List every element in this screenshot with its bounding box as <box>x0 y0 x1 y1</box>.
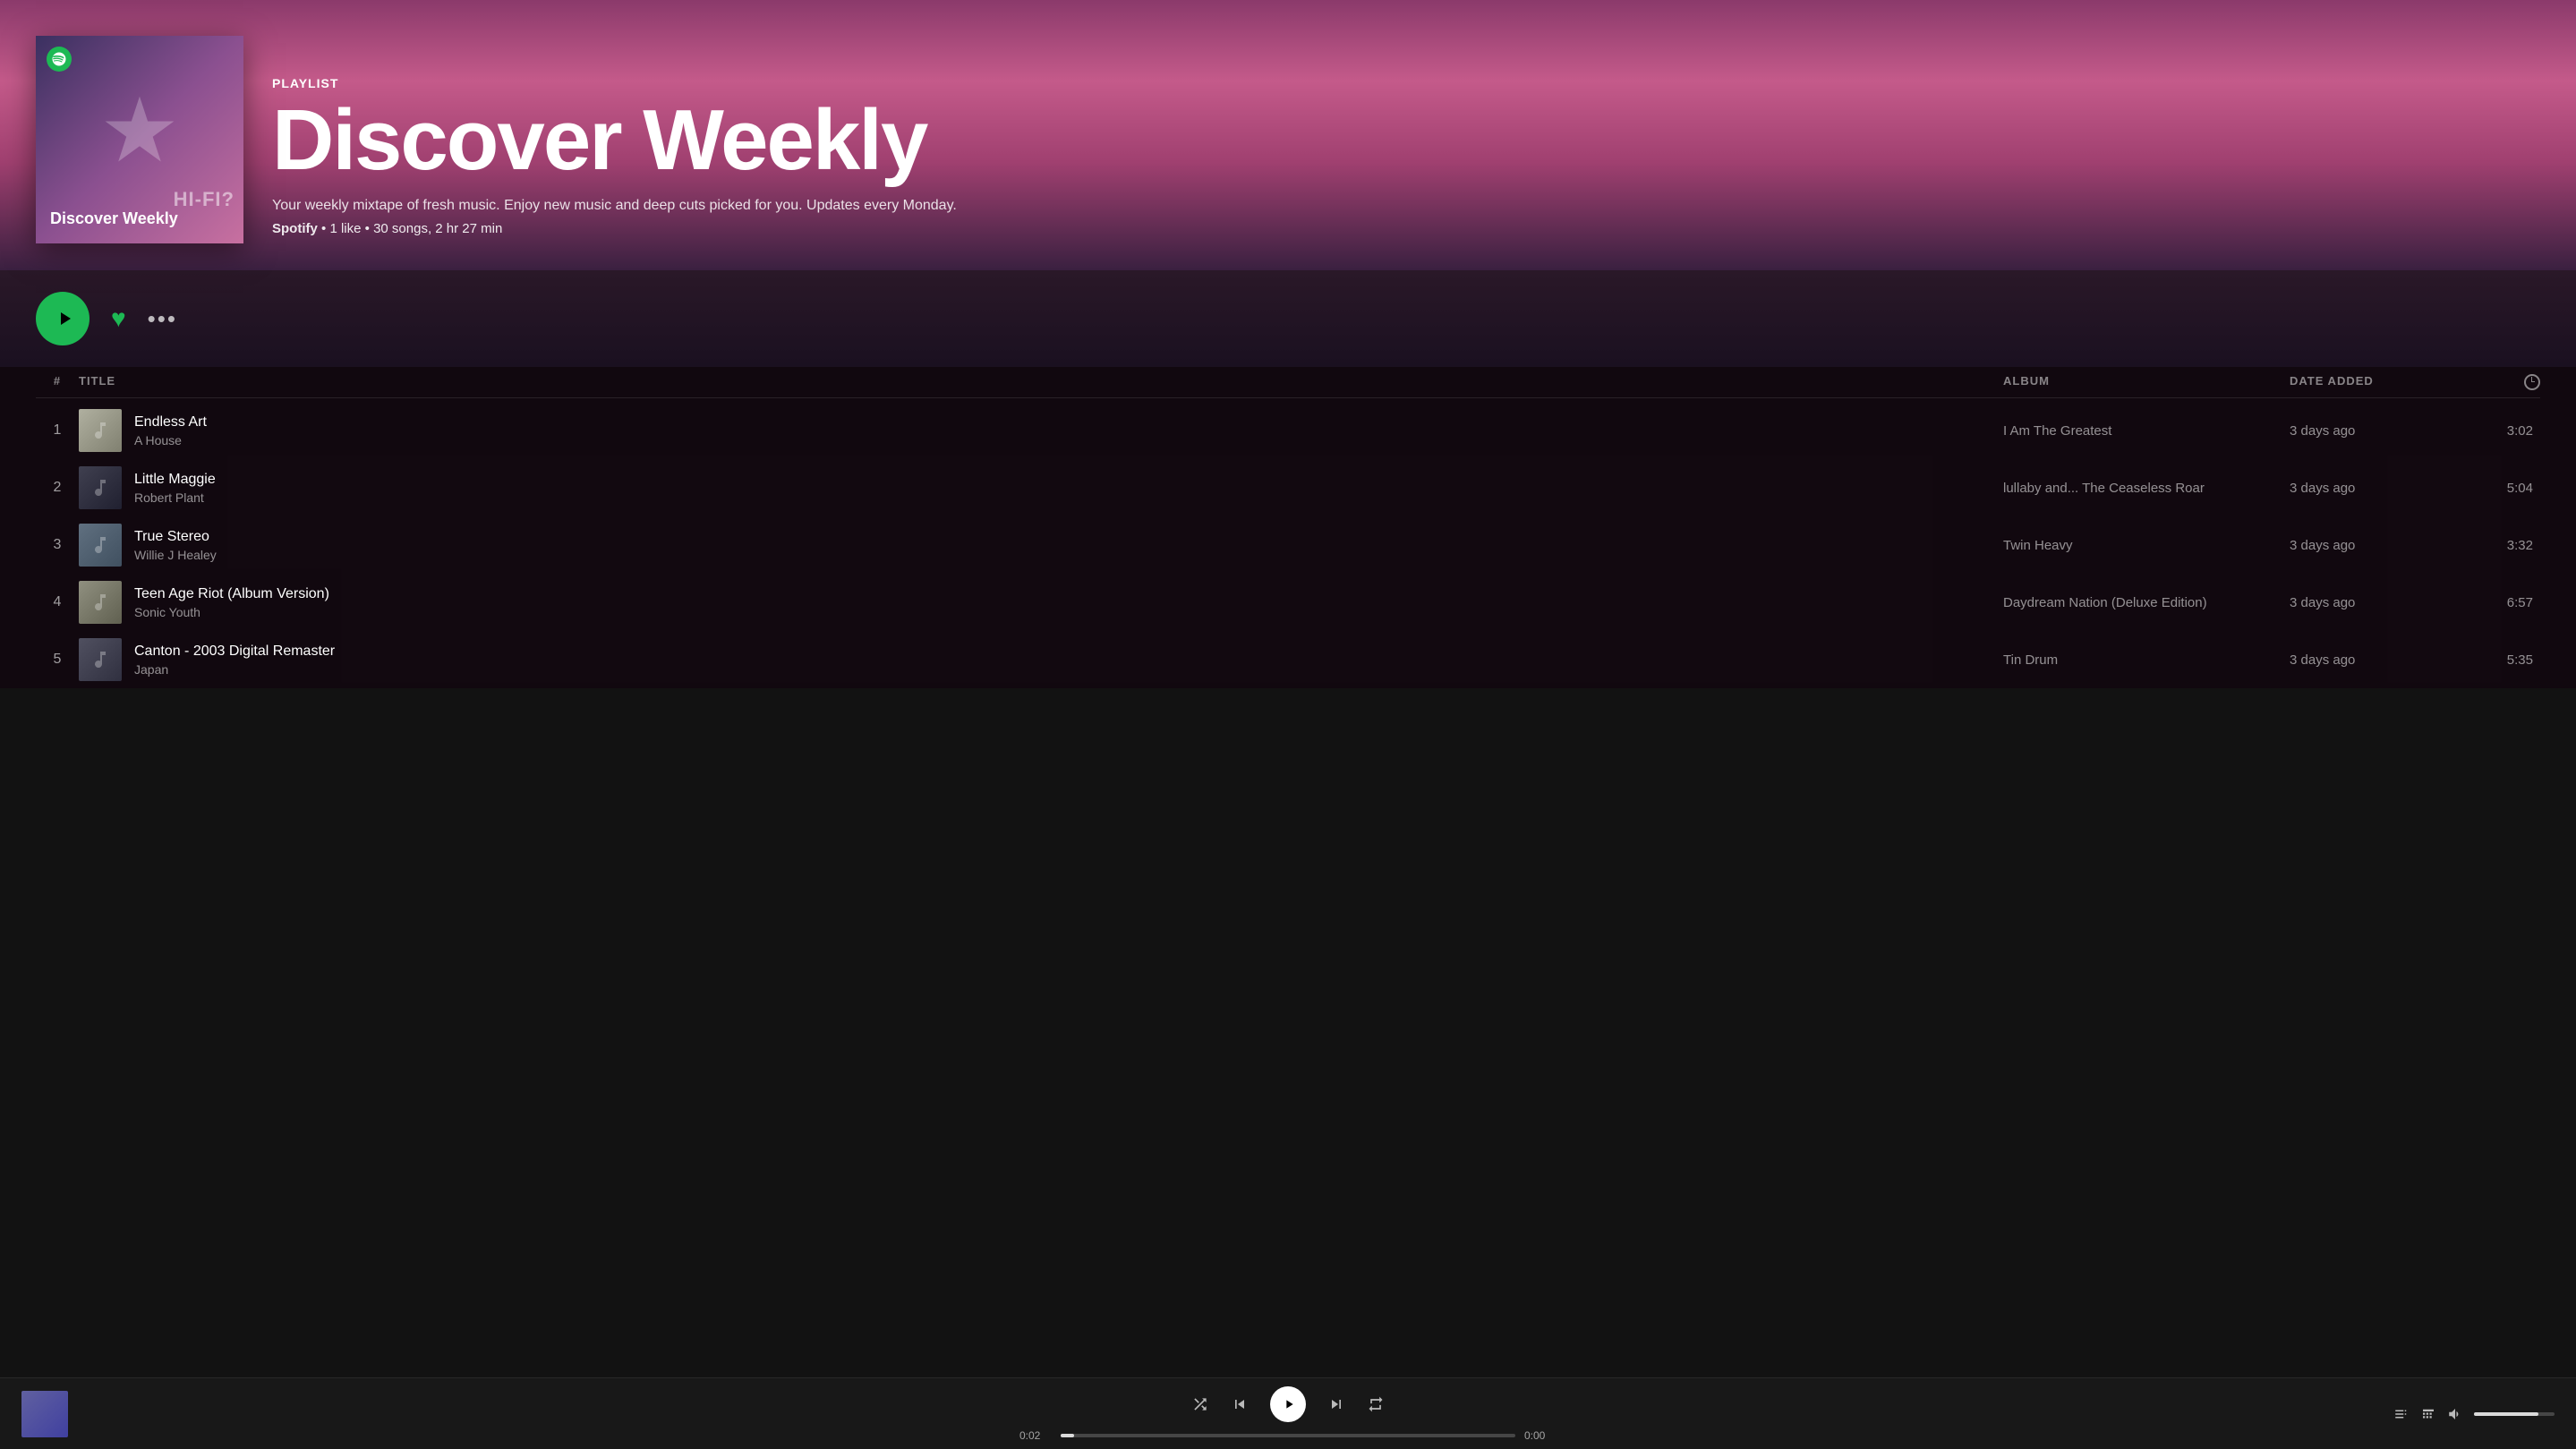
current-time: 0:02 <box>1019 1429 1052 1442</box>
track-date-added: 3 days ago <box>2290 652 2469 668</box>
playlist-cover: ★ Discover Weekly HI-FI? <box>36 36 243 243</box>
meta-separator2: • <box>365 221 373 236</box>
track-number: 2 <box>36 480 79 496</box>
player-right <box>1710 1406 2555 1422</box>
playlist-title: Discover Weekly <box>272 98 2540 183</box>
track-duration: 3:02 <box>2469 423 2540 439</box>
track-text: Endless Art A House <box>134 414 207 447</box>
track-info: Little Maggie Robert Plant <box>79 466 2003 509</box>
next-button[interactable] <box>1327 1395 1345 1413</box>
track-row[interactable]: 4 Teen Age Riot (Album Version) Sonic Yo… <box>36 574 2540 631</box>
track-row[interactable]: 3 True Stereo Willie J Healey Twin Heavy… <box>36 516 2540 574</box>
spotify-name: Spotify <box>272 221 318 236</box>
clock-icon <box>2524 374 2540 390</box>
track-text: Little Maggie Robert Plant <box>134 472 216 505</box>
track-artist: A House <box>134 433 207 447</box>
star-icon: ★ <box>99 86 180 175</box>
playlist-header: ★ Discover Weekly HI-FI? PLAYLIST Discov… <box>0 0 2576 270</box>
track-thumbnail <box>79 524 122 567</box>
track-thumbnail <box>79 638 122 681</box>
player-left <box>21 1391 866 1437</box>
more-options-button[interactable]: ••• <box>148 305 177 333</box>
hi-fi-label: HI-FI? <box>174 188 235 211</box>
shuffle-button[interactable] <box>1191 1395 1209 1413</box>
progress-fill <box>1061 1434 1074 1437</box>
tracks-list: 1 Endless Art A House I Am The Greatest … <box>36 402 2540 688</box>
track-date-added: 3 days ago <box>2290 538 2469 553</box>
track-date-added: 3 days ago <box>2290 481 2469 496</box>
track-name: True Stereo <box>134 529 217 545</box>
progress-area: 0:02 0:00 <box>1019 1429 1557 1442</box>
prev-button[interactable] <box>1231 1395 1249 1413</box>
player-play-button[interactable] <box>1270 1386 1306 1422</box>
spotify-logo <box>47 47 72 72</box>
col-title-header: TITLE <box>79 374 2003 390</box>
player-bar: 0:02 0:00 <box>0 1377 2576 1449</box>
tracks-header: # TITLE ALBUM DATE ADDED <box>36 367 2540 398</box>
meta-likes: 1 like <box>329 221 361 236</box>
track-duration: 5:04 <box>2469 481 2540 496</box>
total-time: 0:00 <box>1524 1429 1557 1442</box>
lyrics-button[interactable] <box>2393 1406 2410 1422</box>
player-center: 0:02 0:00 <box>866 1386 1710 1442</box>
col-dur-header <box>2469 374 2540 390</box>
track-album: Daydream Nation (Deluxe Edition) <box>2003 595 2290 610</box>
track-album: lullaby and... The Ceaseless Roar <box>2003 481 2290 496</box>
like-button[interactable]: ♥ <box>111 304 126 333</box>
track-duration: 5:35 <box>2469 652 2540 668</box>
col-date-header: DATE ADDED <box>2290 374 2469 390</box>
track-info: Endless Art A House <box>79 409 2003 452</box>
queue-button[interactable] <box>2420 1406 2436 1422</box>
playlist-type: PLAYLIST <box>272 76 2540 90</box>
tracks-area: # TITLE ALBUM DATE ADDED 1 Endless Art A… <box>0 367 2576 688</box>
track-date-added: 3 days ago <box>2290 423 2469 439</box>
track-text: Canton - 2003 Digital Remaster Japan <box>134 644 335 677</box>
track-duration: 6:57 <box>2469 595 2540 610</box>
track-artist: Japan <box>134 662 335 677</box>
track-row[interactable]: 5 Canton - 2003 Digital Remaster Japan T… <box>36 631 2540 688</box>
track-date-added: 3 days ago <box>2290 595 2469 610</box>
volume-button[interactable] <box>2447 1406 2463 1422</box>
volume-fill <box>2474 1412 2538 1416</box>
volume-bar[interactable] <box>2474 1412 2555 1416</box>
track-number: 3 <box>36 537 79 553</box>
player-controls <box>1191 1386 1385 1422</box>
play-button[interactable] <box>36 292 90 345</box>
track-album: Twin Heavy <box>2003 538 2290 553</box>
col-num-header: # <box>36 374 79 390</box>
track-text: True Stereo Willie J Healey <box>134 529 217 562</box>
track-row[interactable]: 1 Endless Art A House I Am The Greatest … <box>36 402 2540 459</box>
track-thumbnail <box>79 466 122 509</box>
track-number: 4 <box>36 594 79 610</box>
track-album: I Am The Greatest <box>2003 423 2290 439</box>
track-number: 5 <box>36 652 79 668</box>
col-album-header: ALBUM <box>2003 374 2290 390</box>
playlist-meta: Spotify • 1 like • 30 songs, 2 hr 27 min <box>272 221 2540 236</box>
track-duration: 3:32 <box>2469 538 2540 553</box>
track-thumbnail <box>79 581 122 624</box>
progress-bar[interactable] <box>1061 1434 1515 1437</box>
track-info: True Stereo Willie J Healey <box>79 524 2003 567</box>
track-album: Tin Drum <box>2003 652 2290 668</box>
track-artist: Robert Plant <box>134 490 216 505</box>
controls-area: ♥ ••• <box>0 270 2576 367</box>
meta-songs: 30 songs, 2 hr 27 min <box>373 221 502 236</box>
track-row[interactable]: 2 Little Maggie Robert Plant lullaby and… <box>36 459 2540 516</box>
track-name: Endless Art <box>134 414 207 430</box>
track-info: Canton - 2003 Digital Remaster Japan <box>79 638 2003 681</box>
track-number: 1 <box>36 422 79 439</box>
playlist-description: Your weekly mixtape of fresh music. Enjo… <box>272 198 2540 214</box>
track-artist: Sonic Youth <box>134 605 329 619</box>
track-name: Little Maggie <box>134 472 216 488</box>
header-info: PLAYLIST Discover Weekly Your weekly mix… <box>272 76 2540 243</box>
track-info: Teen Age Riot (Album Version) Sonic Yout… <box>79 581 2003 624</box>
track-text: Teen Age Riot (Album Version) Sonic Yout… <box>134 586 329 619</box>
track-thumbnail <box>79 409 122 452</box>
cover-label: Discover Weekly <box>50 209 178 229</box>
track-artist: Willie J Healey <box>134 548 217 562</box>
player-track-thumb <box>21 1391 68 1437</box>
repeat-button[interactable] <box>1367 1395 1385 1413</box>
track-name: Canton - 2003 Digital Remaster <box>134 644 335 660</box>
track-name: Teen Age Riot (Album Version) <box>134 586 329 602</box>
